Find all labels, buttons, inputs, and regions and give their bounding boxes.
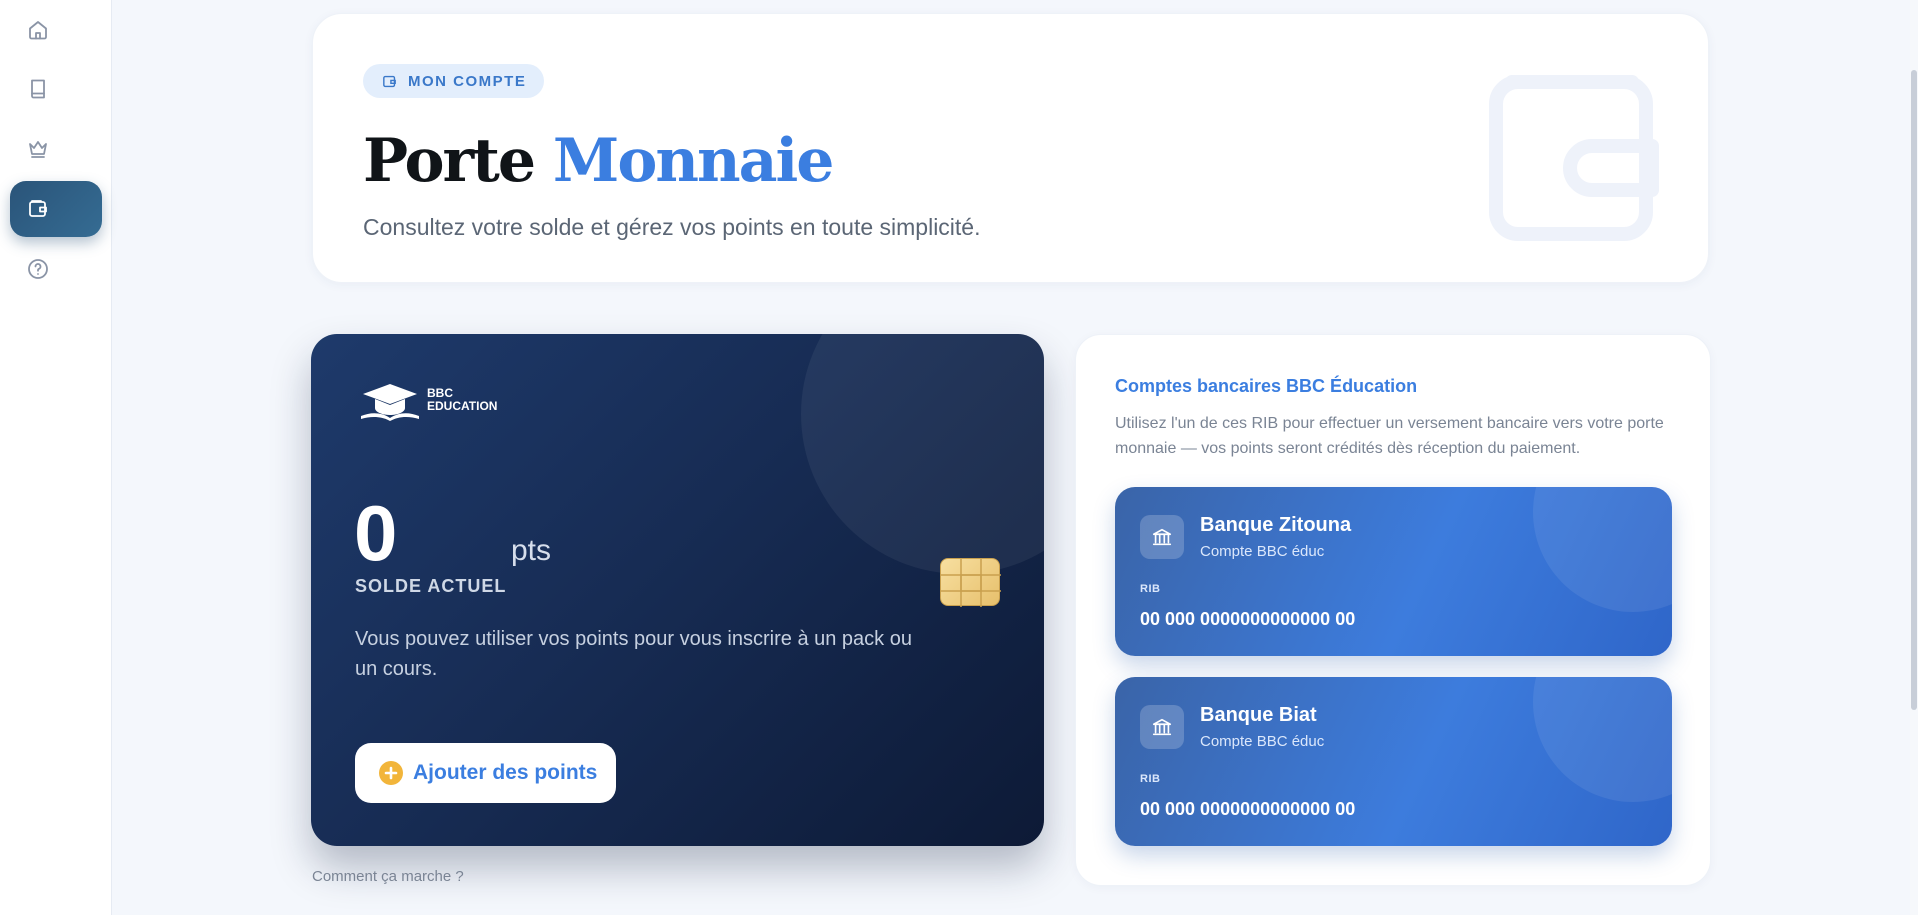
sidebar-item-home[interactable] [10,2,102,58]
crown-icon [29,141,47,158]
decorative-circle [801,334,1044,574]
bank-name: Banque Biat [1200,704,1317,726]
help-circle-icon [28,259,48,279]
rib-value[interactable]: 00 000 0000000000000 00 [1140,609,1355,630]
rib-label: RIB [1140,583,1161,595]
add-points-button[interactable]: Ajouter des points [355,743,616,803]
section-badge: MON COMPTE [363,64,545,98]
bank-panel-description: Utilisez l'un de ces RIB pour effectuer … [1115,415,1664,457]
balance-description: Vous pouvez utiliser vos points pour vou… [355,628,912,680]
balance-value: 0 [354,489,398,577]
balance-label: SOLDE ACTUEL [355,576,507,596]
bank-name: Banque Zitouna [1200,514,1352,536]
bank-panel-title: Comptes bancaires BBC Éducation [1115,376,1418,396]
sidebar-item-help[interactable] [10,241,102,297]
balance-unit: pts [511,534,552,567]
bank-accounts-panel: Comptes bancaires BBC Éducation Utilisez… [1075,334,1711,886]
graduation-cap-icon [361,384,419,421]
badge-label: MON COMPTE [408,72,527,90]
logo-line2: EDUCATION [427,399,498,413]
card-chip-icon [940,558,1001,607]
rib-label: RIB [1140,773,1161,785]
rib-value[interactable]: 00 000 0000000000000 00 [1140,799,1355,820]
sidebar-item-packs[interactable] [10,121,102,177]
wallet-icon [29,200,47,217]
header-card: MON COMPTE Porte Monnaie Consultez votre… [312,13,1709,283]
bank-card-biat: Banque Biat Compte BBC éduc RIB 00 000 0… [1115,677,1672,846]
add-points-label: Ajouter des points [413,761,598,784]
bank-icon [1140,515,1184,559]
sidebar-item-wallet[interactable] [10,181,102,237]
sidebar-item-courses[interactable] [10,61,102,117]
bank-icon [1140,705,1184,749]
how-it-works-link[interactable]: Comment ça marche ? [312,868,464,885]
plus-icon [379,761,403,785]
page-scrollbar[interactable] [1910,0,1918,915]
book-icon [31,79,45,99]
page-subtitle: Consultez votre solde et gérez vos point… [363,214,981,240]
bank-card-zitouna: Banque Zitouna Compte BBC éduc RIB 00 00… [1115,487,1672,656]
page-title-part1: Porte [363,126,536,196]
page-title: Porte Monnaie [363,126,835,196]
decorative-circle [1533,487,1672,612]
sidebar [0,0,112,915]
wallet-icon [383,75,396,87]
home-icon [29,21,47,40]
bank-account-label: Compte BBC éduc [1200,543,1325,560]
balance-card: BBC EDUCATION 0 pts SOLDE ACTUEL Vous po… [311,334,1044,846]
wallet-watermark-icon [1482,68,1662,248]
scrollbar-thumb[interactable] [1911,70,1917,710]
page-title-part2: Monnaie [552,126,835,196]
decorative-circle [1533,677,1672,802]
bank-account-label: Compte BBC éduc [1200,733,1325,750]
bbc-education-logo: BBC EDUCATION [359,378,497,422]
